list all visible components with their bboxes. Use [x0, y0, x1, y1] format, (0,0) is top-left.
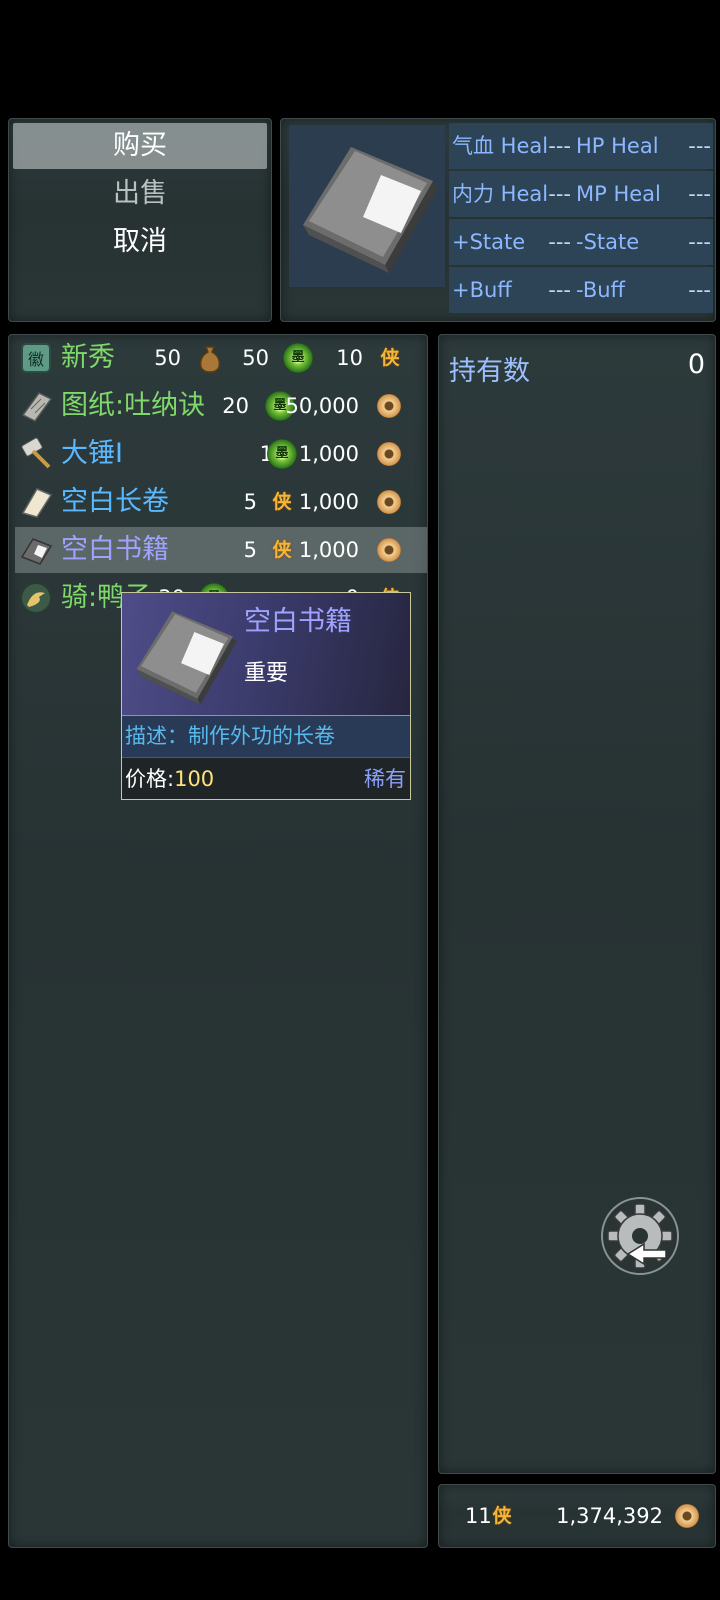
shop-item-price: 20 [222, 394, 249, 418]
owned-count-value: 0 [687, 349, 705, 380]
scroll-plan-icon [19, 389, 53, 423]
shop-item-list[interactable]: 徽新秀5050墨10侠图纸:吐纳诀20墨50,000大锤I1墨1,000空白长卷… [8, 334, 428, 1548]
xia-token-icon: 侠 [380, 347, 400, 369]
shop-item-name: 新秀 [61, 342, 115, 373]
shop-item-name: 大锤I [61, 438, 123, 469]
shop-item-price: 10 [336, 346, 363, 370]
xia-token-icon: 侠 [272, 491, 292, 513]
mp-heal-cell: MP Heal --- [573, 171, 713, 217]
owned-count-label: 持有数 [449, 356, 530, 387]
sell-command[interactable]: 出售 [13, 171, 267, 217]
remove-state-cell: -State --- [573, 219, 713, 265]
gear-back-icon [601, 1197, 679, 1275]
shop-item-name: 空白书籍 [61, 534, 169, 565]
tooltip-item-tag: 重要 [244, 661, 289, 686]
shop-item-price: 1,000 [298, 538, 359, 562]
blank-book-icon [136, 611, 238, 705]
shop-item-row[interactable]: 大锤I1墨1,000 [15, 431, 427, 477]
shop-item-price: 5 [243, 490, 257, 514]
jade-medal-icon: 墨 [283, 343, 313, 373]
xia-token-icon: 侠 [492, 1505, 512, 1527]
shop-item-price: 1,000 [298, 442, 359, 466]
copper-coin-count: 1,374,392 [556, 1504, 663, 1528]
tooltip-price: 价格:100 [125, 767, 215, 791]
tooltip-item-name: 空白书籍 [244, 606, 352, 637]
item-tooltip: 空白书籍 重要 描述：制作外功的长卷 价格:100 稀有 [121, 592, 411, 800]
shop-item-row[interactable]: 空白长卷 5 侠 1,000 [15, 479, 427, 525]
settings-back-button[interactable] [600, 1196, 680, 1276]
blank-book-icon [19, 533, 53, 567]
command-window: 购买 出售 取消 [8, 118, 272, 322]
copper-coin-icon [377, 394, 401, 418]
money-bag-icon [199, 346, 221, 373]
hammer-icon [19, 437, 53, 471]
tooltip-rarity: 稀有 [364, 767, 406, 791]
item-info-window: 气血 Heal --- HP Heal --- 内力 Heal --- MP Heal… [280, 118, 716, 322]
blank-scroll-icon [19, 485, 53, 519]
copper-coin-icon [675, 1504, 699, 1528]
shop-item-name: 图纸:吐纳诀 [61, 390, 206, 421]
tooltip-header: 空白书籍 重要 [122, 593, 410, 716]
currency-window: 11 侠 1,374,392 [438, 1484, 716, 1548]
hp-heal-cn-cell: 气血 Heal --- [449, 123, 573, 169]
shop-item-price: 1,000 [298, 490, 359, 514]
copper-coin-icon [377, 442, 401, 466]
add-state-cell: +State --- [449, 219, 573, 265]
blank-book-icon [289, 125, 445, 287]
tooltip-description: 描述：制作外功的长卷 [122, 716, 410, 758]
svg-text:徽: 徽 [28, 350, 44, 369]
shop-item-price: 5 [243, 538, 257, 562]
xia-token-count: 11 [465, 1504, 492, 1528]
mp-heal-cn-cell: 内力 Heal --- [449, 171, 573, 217]
add-buff-cell: +Buff --- [449, 267, 573, 313]
shop-item-row[interactable]: 图纸:吐纳诀 20 墨 50,000 [15, 383, 427, 429]
shop-item-price: 50 [154, 346, 181, 370]
jade-medal-icon: 墨 [267, 439, 297, 469]
copper-coin-icon [377, 538, 401, 562]
shop-item-price: 50,000 [285, 394, 359, 418]
xia-token-icon: 侠 [272, 539, 292, 561]
status-window: 持有数 0 [438, 334, 716, 1474]
cancel-command[interactable]: 取消 [13, 219, 267, 265]
buy-command[interactable]: 购买 [13, 123, 267, 169]
remove-buff-cell: -Buff --- [573, 267, 713, 313]
copper-coin-icon [377, 490, 401, 514]
shop-item-price: 50 [242, 346, 269, 370]
duck-mount-icon [19, 581, 53, 615]
jade-badge-icon: 徽 [19, 341, 53, 375]
shop-item-row[interactable]: 空白书籍 5 侠 1,000 [15, 527, 427, 573]
shop-item-name: 空白长卷 [61, 486, 169, 517]
shop-item-row[interactable]: 徽新秀 50 50 墨 10 侠 [15, 335, 427, 381]
hp-heal-cell: HP Heal --- [573, 123, 713, 169]
